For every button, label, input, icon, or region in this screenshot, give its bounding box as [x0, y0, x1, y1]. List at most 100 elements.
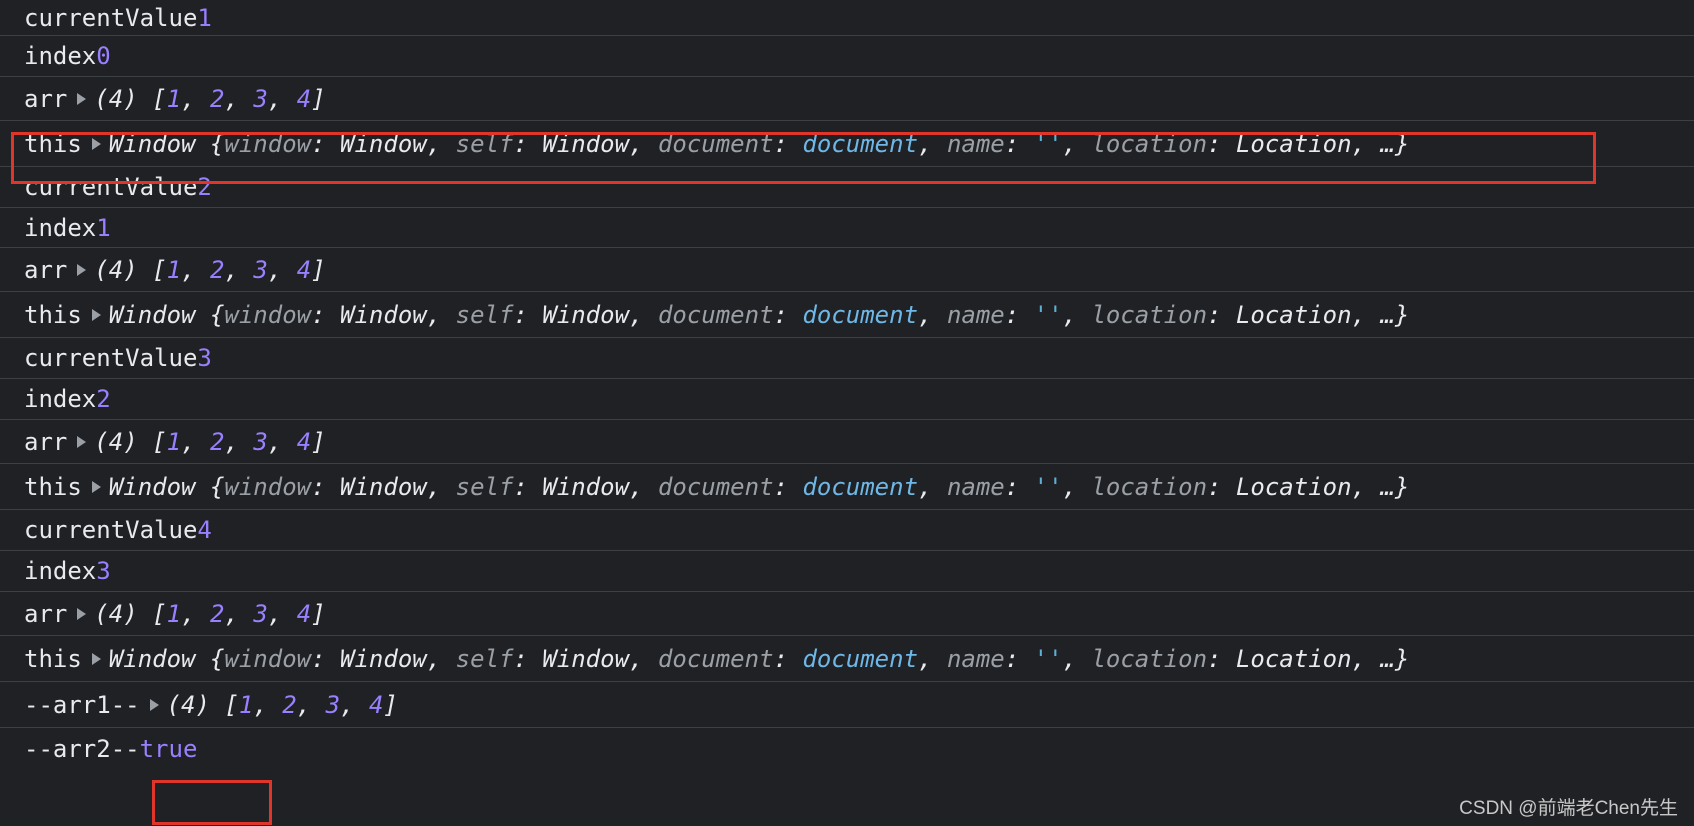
array-item: 2	[209, 84, 225, 113]
prop-value: Window	[542, 472, 630, 501]
prop-key: window	[224, 472, 312, 501]
log-value: 1	[96, 213, 111, 242]
object-class: Window	[108, 300, 196, 329]
log-row: currentValue 1	[0, 0, 1694, 36]
expand-triangle-icon[interactable]	[91, 480, 101, 493]
console-output: currentValue 1 index 0 arr (4) [1, 2, 3, …	[0, 0, 1694, 770]
highlight-box-this	[11, 132, 1596, 184]
log-value: 1	[197, 3, 212, 32]
log-label: index	[24, 42, 97, 70]
log-row-this: this Window {window: Window, self: Window…	[0, 636, 1694, 682]
prop-key: self	[455, 644, 514, 673]
array-item: 3	[253, 427, 268, 456]
array-item: 4	[296, 84, 312, 113]
expand-triangle-icon[interactable]	[149, 698, 159, 711]
log-row: --arr2-- true	[0, 728, 1694, 770]
prop-key: location	[1091, 300, 1208, 329]
expand-triangle-icon[interactable]	[91, 652, 101, 665]
prop-key: window	[224, 300, 312, 329]
log-label: arr	[24, 599, 68, 628]
array-item: 3	[253, 599, 268, 628]
log-row: currentValue 4	[0, 510, 1694, 551]
prop-value: Location	[1235, 300, 1352, 329]
array-item: 2	[209, 255, 225, 284]
watermark: CSDN @前端老Chen先生	[1459, 798, 1678, 819]
array-length: (4)	[94, 427, 138, 456]
prop-key: document	[657, 472, 774, 501]
log-row-this: this Window {window: Window, self: Window…	[0, 464, 1694, 510]
log-label: currentValue	[24, 344, 198, 372]
prop-key: location	[1091, 644, 1208, 673]
log-label: --arr2--	[24, 735, 140, 763]
log-value: 0	[96, 42, 111, 70]
array-item: 1	[238, 690, 254, 719]
prop-value: document	[802, 644, 919, 673]
ellipsis: …	[1380, 472, 1395, 501]
log-row: arr (4) [1, 2, 3, 4]	[0, 77, 1694, 121]
prop-value: document	[802, 300, 919, 329]
log-row: currentValue 3	[0, 338, 1694, 379]
prop-value: document	[802, 472, 919, 501]
log-value: 2	[96, 385, 111, 413]
expand-triangle-icon[interactable]	[77, 263, 87, 276]
array-item: 3	[325, 690, 341, 719]
array-item: 2	[209, 427, 225, 456]
prop-key: window	[224, 644, 312, 673]
prop-key: self	[455, 300, 514, 329]
log-value: 4	[197, 516, 212, 544]
log-label: arr	[24, 255, 68, 284]
array-item: 3	[253, 84, 268, 113]
log-row: arr (4) [1, 2, 3, 4]	[0, 420, 1694, 464]
array-item: 1	[166, 599, 182, 628]
log-label: currentValue	[24, 3, 198, 32]
log-label: this	[24, 472, 82, 501]
prop-value: Window	[340, 300, 427, 329]
log-label: index	[24, 385, 97, 413]
prop-value: Window	[340, 472, 427, 501]
log-value: 3	[197, 344, 212, 372]
log-row: index 0	[0, 36, 1694, 77]
array-item: 4	[296, 255, 312, 284]
array-item: 4	[296, 427, 312, 456]
array-item: 2	[282, 690, 297, 719]
array-item: 1	[166, 84, 182, 113]
array-length: (4)	[166, 690, 210, 719]
highlight-box-true	[152, 780, 272, 825]
log-row: index 3	[0, 551, 1694, 592]
log-label: this	[24, 300, 82, 329]
ellipsis: …	[1380, 300, 1395, 329]
log-value: true	[139, 735, 198, 763]
array-item: 4	[296, 599, 312, 628]
expand-triangle-icon[interactable]	[77, 607, 87, 620]
array-length: (4)	[94, 84, 138, 113]
prop-value: ''	[1033, 472, 1063, 501]
expand-triangle-icon[interactable]	[77, 92, 87, 105]
log-label: index	[24, 213, 97, 242]
log-value: 3	[96, 557, 111, 585]
log-label: arr	[24, 84, 68, 113]
prop-value: ''	[1033, 644, 1063, 673]
log-row: arr (4) [1, 2, 3, 4]	[0, 248, 1694, 292]
prop-key: location	[1091, 472, 1208, 501]
object-class: Window	[108, 644, 196, 673]
expand-triangle-icon[interactable]	[91, 308, 101, 321]
prop-value: Location	[1235, 472, 1352, 501]
array-length: (4)	[94, 255, 138, 284]
log-row-this: this Window {window: Window, self: Window…	[0, 292, 1694, 338]
prop-key: document	[657, 300, 774, 329]
object-class: Window	[108, 472, 196, 501]
log-row: --arr1-- (4) [1, 2, 3, 4]	[0, 682, 1694, 728]
prop-key: name	[946, 300, 1005, 329]
prop-key: name	[946, 644, 1005, 673]
prop-key: self	[455, 472, 514, 501]
expand-triangle-icon[interactable]	[77, 435, 87, 448]
log-label: index	[24, 557, 97, 585]
prop-value: Window	[340, 644, 427, 673]
prop-value: Window	[542, 644, 630, 673]
prop-value: Location	[1235, 644, 1352, 673]
log-label: currentValue	[24, 516, 198, 544]
log-row: arr (4) [1, 2, 3, 4]	[0, 592, 1694, 636]
prop-key: name	[946, 472, 1005, 501]
log-label: arr	[24, 427, 68, 456]
ellipsis: …	[1380, 644, 1395, 673]
